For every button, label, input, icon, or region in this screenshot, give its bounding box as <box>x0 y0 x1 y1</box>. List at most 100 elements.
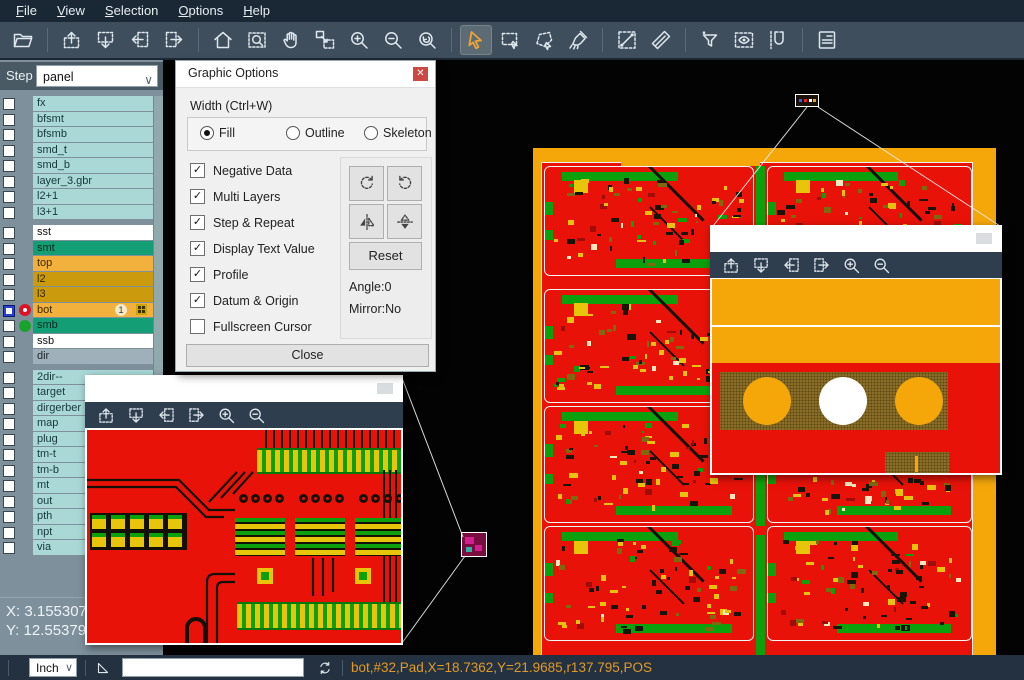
layer-row-smb[interactable]: smb <box>0 318 153 334</box>
close-icon[interactable]: ✕ <box>413 67 428 81</box>
layer-visibility-checkbox[interactable] <box>3 527 15 539</box>
command-input[interactable] <box>122 658 304 677</box>
menu-help[interactable]: Help <box>233 0 280 22</box>
filter-button[interactable] <box>694 25 726 55</box>
send-left-button[interactable] <box>152 403 180 427</box>
move-view-button[interactable] <box>309 25 341 55</box>
layer-row-l3+1[interactable]: l3+1 <box>0 205 153 221</box>
magnifier-right-title-bar[interactable] <box>710 225 1002 252</box>
layer-name[interactable]: smt <box>33 241 153 256</box>
menu-options[interactable]: Options <box>168 0 233 22</box>
reset-button[interactable]: Reset <box>349 242 422 270</box>
layer-row-bot[interactable]: bot1 <box>0 303 153 319</box>
layer-name[interactable]: l3 <box>33 287 153 302</box>
layer-name[interactable]: smd_b <box>33 158 153 173</box>
layer-row-top[interactable]: top <box>0 256 153 272</box>
layer-row-smt[interactable]: smt <box>0 241 153 257</box>
send-down-button[interactable] <box>90 25 122 55</box>
layer-visibility-checkbox[interactable] <box>3 98 15 110</box>
layer-name[interactable]: layer_3.gbr <box>33 174 153 189</box>
layer-name[interactable]: fx <box>33 96 153 111</box>
send-right-button[interactable] <box>158 25 190 55</box>
highlight-eye-button[interactable] <box>728 25 760 55</box>
layer-visibility-checkbox[interactable] <box>3 434 15 446</box>
layer-visibility-checkbox[interactable] <box>3 511 15 523</box>
layer-visibility-checkbox[interactable] <box>3 496 15 508</box>
layer-visibility-checkbox[interactable] <box>3 336 15 348</box>
layer-visibility-checkbox[interactable] <box>3 258 15 270</box>
layer-grid-icon[interactable] <box>136 304 147 315</box>
width-radio-outline[interactable]: Outline <box>286 126 345 140</box>
measure-line-button[interactable] <box>611 25 643 55</box>
layer-visibility-checkbox[interactable] <box>3 289 15 301</box>
option-profile[interactable]: ✓Profile <box>190 267 248 282</box>
dialog-title-bar[interactable]: Graphic Options ✕ <box>176 61 435 88</box>
layer-list-button[interactable] <box>811 25 843 55</box>
send-down-button[interactable] <box>122 403 150 427</box>
layer-visibility-checkbox[interactable] <box>3 145 15 157</box>
polygon-select-button[interactable] <box>528 25 560 55</box>
popup-window-button[interactable] <box>377 383 393 394</box>
brush-clean-button[interactable] <box>562 25 594 55</box>
layer-name[interactable]: bot1 <box>33 303 153 318</box>
refresh-icon[interactable] <box>316 659 334 677</box>
layer-name[interactable]: smb <box>33 318 153 333</box>
layer-row-bfsmt[interactable]: bfsmt <box>0 112 153 128</box>
send-up-button[interactable] <box>717 253 745 277</box>
ruler-button[interactable] <box>645 25 677 55</box>
step-select[interactable]: panel ∨ <box>36 65 158 87</box>
option-step-repeat[interactable]: ✓Step & Repeat <box>190 215 294 230</box>
home-button[interactable] <box>207 25 239 55</box>
layer-visibility-checkbox[interactable] <box>3 372 15 384</box>
width-radio-skeleton[interactable]: Skeleton <box>364 126 432 140</box>
layer-row-sst[interactable]: sst <box>0 225 153 241</box>
pan-hand-button[interactable] <box>275 25 307 55</box>
layer-name[interactable]: bfsmb <box>33 127 153 142</box>
layer-visibility-checkbox[interactable] <box>3 191 15 203</box>
layer-row-layer_3.gbr[interactable]: layer_3.gbr <box>0 174 153 190</box>
select-cursor-button[interactable] <box>460 25 492 55</box>
option-fullscreen-cursor[interactable]: Fullscreen Cursor <box>190 319 312 334</box>
layer-name[interactable]: bfsmt <box>33 112 153 127</box>
option-display-text-value[interactable]: ✓Display Text Value <box>190 241 315 256</box>
mirror-vertical-button[interactable] <box>387 204 422 239</box>
corner-angle-icon[interactable] <box>94 659 112 677</box>
close-button[interactable]: Close <box>186 344 429 367</box>
magnifier-left-title-bar[interactable] <box>85 375 403 402</box>
layer-name[interactable]: l2+1 <box>33 189 153 204</box>
zoom-window-button[interactable] <box>241 25 273 55</box>
layer-visibility-checkbox[interactable] <box>3 351 15 363</box>
zoom-in-button[interactable] <box>212 403 240 427</box>
layer-visibility-checkbox[interactable] <box>3 480 15 492</box>
option-multi-layers[interactable]: ✓Multi Layers <box>190 189 280 204</box>
send-right-button[interactable] <box>807 253 835 277</box>
layer-row-smd_b[interactable]: smd_b <box>0 158 153 174</box>
layer-visibility-checkbox[interactable] <box>3 129 15 141</box>
layer-row-fx[interactable]: fx <box>0 96 153 112</box>
send-up-button[interactable] <box>92 403 120 427</box>
layer-visibility-checkbox[interactable] <box>3 274 15 286</box>
popup-window-button[interactable] <box>976 233 992 244</box>
layer-visibility-checkbox[interactable] <box>3 160 15 172</box>
layer-row-l2+1[interactable]: l2+1 <box>0 189 153 205</box>
zoom-out-button[interactable] <box>242 403 270 427</box>
send-up-button[interactable] <box>56 25 88 55</box>
zoom-out-button[interactable] <box>377 25 409 55</box>
layer-visibility-checkbox[interactable] <box>3 320 15 332</box>
rotate-cw-button[interactable] <box>349 166 384 201</box>
option-datum-origin[interactable]: ✓Datum & Origin <box>190 293 298 308</box>
zoom-out-button[interactable] <box>867 253 895 277</box>
layer-row-dir[interactable]: dir <box>0 349 153 365</box>
layer-name[interactable]: l2 <box>33 272 153 287</box>
layer-visibility-checkbox[interactable] <box>3 305 15 317</box>
layer-visibility-checkbox[interactable] <box>3 207 15 219</box>
mirror-horizontal-button[interactable] <box>349 204 384 239</box>
width-radio-fill[interactable]: Fill <box>200 126 235 140</box>
layer-name[interactable]: smd_t <box>33 143 153 158</box>
rect-select-button[interactable] <box>494 25 526 55</box>
layer-name[interactable]: top <box>33 256 153 271</box>
menu-file[interactable]: File <box>6 0 47 22</box>
layer-visibility-checkbox[interactable] <box>3 449 15 461</box>
layer-visibility-checkbox[interactable] <box>3 176 15 188</box>
layer-visibility-checkbox[interactable] <box>3 542 15 554</box>
